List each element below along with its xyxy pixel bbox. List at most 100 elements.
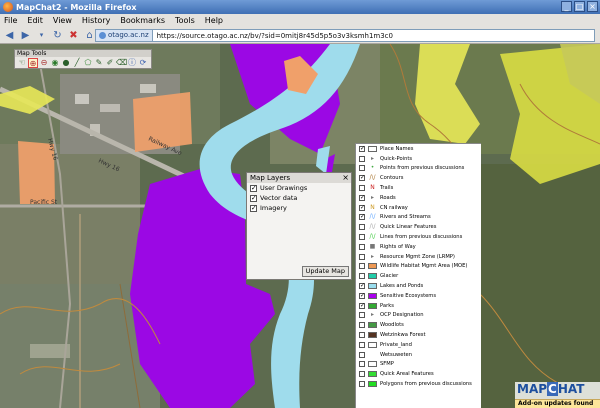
menu-history[interactable]: History [82, 16, 110, 25]
dropdown-icon[interactable]: ▾ [35, 29, 48, 42]
url-text[interactable]: https://source.otago.ac.nz/bv/?sid=0mitj… [153, 32, 393, 40]
layer-label: Vector data [260, 194, 298, 202]
back-icon[interactable]: ◀ [3, 29, 16, 42]
legend-checkbox[interactable] [359, 371, 365, 378]
legend-item[interactable]: ✓ Place Names [356, 144, 481, 154]
legend-checkbox[interactable] [359, 185, 365, 192]
legend-checkbox[interactable]: ✓ [359, 302, 365, 309]
minimize-button[interactable]: _ [561, 1, 572, 12]
url-bar[interactable]: otago.ac.nz https://source.otago.ac.nz/b… [95, 29, 595, 42]
legend-item[interactable]: Private_land [356, 340, 481, 350]
legend-checkbox[interactable] [359, 263, 365, 270]
legend-checkbox[interactable]: ✓ [359, 145, 365, 152]
legend-item[interactable]: Woodlots [356, 320, 481, 330]
legend-item[interactable]: N Trails [356, 183, 481, 193]
legend-checkbox[interactable] [359, 381, 365, 388]
legend-checkbox[interactable]: ✓ [359, 283, 365, 290]
site-identity[interactable]: otago.ac.nz [96, 30, 153, 41]
legend-label: Parks [380, 302, 394, 309]
legend-checkbox[interactable] [359, 361, 365, 368]
legend-checkbox[interactable] [359, 243, 365, 250]
legend-item[interactable]: ✓ ▸ Roads [356, 193, 481, 203]
line-icon[interactable]: ╱ [72, 58, 82, 68]
close-button[interactable]: × [587, 1, 598, 12]
maximize-button[interactable]: □ [574, 1, 585, 12]
legend-checkbox[interactable]: ✓ [359, 292, 365, 299]
legend-checkbox[interactable]: ✓ [359, 204, 365, 211]
legend-checkbox[interactable] [359, 224, 365, 231]
menu-tools[interactable]: Tools [175, 16, 195, 25]
globe-icon[interactable]: ◉ [50, 58, 60, 68]
legend-label: Rivers and Streams [380, 214, 431, 221]
legend-label: Woodlots [380, 322, 404, 329]
menu-bookmarks[interactable]: Bookmarks [120, 16, 165, 25]
legend-checkbox[interactable]: ✓ [359, 194, 365, 201]
layer-row-user-drawings[interactable]: ✓ User Drawings [247, 183, 351, 193]
legend-item[interactable]: SFMP [356, 360, 481, 370]
legend-checkbox[interactable] [359, 322, 365, 329]
legend-label: Quick-Points [380, 155, 413, 162]
addon-notification[interactable]: Add-on updates found [515, 399, 600, 408]
layer-row-vector-data[interactable]: ✓ Vector data [247, 193, 351, 203]
menu-edit[interactable]: Edit [27, 16, 43, 25]
legend-checkbox[interactable] [359, 165, 365, 172]
legend-checkbox[interactable] [359, 273, 365, 280]
measure-icon[interactable]: ✎ [94, 58, 104, 68]
legend-label: Lines from previous discussions [380, 234, 463, 241]
legend-item[interactable]: ✓ Sensitive Ecosystems [356, 291, 481, 301]
point-icon[interactable]: ● [61, 58, 71, 68]
legend-item[interactable]: ▸ Resource Mgmt Zone (LRMP) [356, 252, 481, 262]
menu-file[interactable]: File [4, 16, 17, 25]
legend-checkbox[interactable]: ✓ [359, 214, 365, 221]
legend-item[interactable]: ✓ Lakes and Ponds [356, 281, 481, 291]
menu-view[interactable]: View [53, 16, 72, 25]
stop-icon[interactable]: ✖ [67, 29, 80, 42]
legend-item[interactable]: Wetzinkwa Forest [356, 330, 481, 340]
legend-item[interactable]: ✓ Parks [356, 301, 481, 311]
legend-swatch-icon: ▸ [370, 154, 374, 162]
legend-checkbox[interactable]: ✓ [359, 175, 365, 182]
legend-item[interactable]: Quick Areal Features [356, 369, 481, 379]
legend-checkbox[interactable] [359, 332, 365, 339]
edit-icon[interactable]: ✐ [105, 58, 115, 68]
legend-item[interactable]: ✓ N CN railway [356, 203, 481, 213]
layer-row-imagery[interactable]: ✓ Imagery [247, 203, 351, 213]
legend-checkbox[interactable] [359, 351, 365, 358]
legend-checkbox[interactable] [359, 341, 365, 348]
legend-swatch-icon: /\/ [369, 223, 376, 231]
legend-item[interactable]: ▸ OCP Designation [356, 311, 481, 321]
legend-item[interactable]: ■ Rights of Way [356, 242, 481, 252]
reload-icon[interactable]: ↻ [51, 29, 64, 42]
legend-item[interactable]: / Wetsuweten [356, 350, 481, 360]
layer-checkbox[interactable]: ✓ [250, 204, 257, 212]
refresh-icon[interactable]: ⟳ [138, 58, 148, 68]
menu-help[interactable]: Help [205, 16, 223, 25]
update-map-button[interactable]: Update Map [301, 266, 349, 277]
legend-label: Wetzinkwa Forest [380, 332, 426, 339]
legend-checkbox[interactable] [359, 155, 365, 162]
map-label-road-3: Pacific St [30, 199, 58, 206]
forward-icon[interactable]: ▶ [19, 29, 32, 42]
eraser-icon[interactable]: ⌫ [116, 58, 127, 68]
legend-item[interactable]: Polygons from previous discussions [356, 379, 481, 389]
legend-item[interactable]: Wildlife Habitat Mgmt Area (MOE) [356, 262, 481, 272]
legend-item[interactable]: /\/ Quick Linear Features [356, 222, 481, 232]
layer-checkbox[interactable]: ✓ [250, 194, 257, 202]
legend-item[interactable]: /\/ Lines from previous discussions [356, 232, 481, 242]
zoom-in-icon[interactable]: ⊕ [28, 58, 38, 68]
info-icon[interactable]: ⓘ [127, 58, 137, 68]
pan-hand-icon[interactable]: ☜ [17, 58, 27, 68]
legend-item[interactable]: ✓ /\/ Contours [356, 173, 481, 183]
legend-item[interactable]: ✓ /\/ Rivers and Streams [356, 213, 481, 223]
legend-checkbox[interactable] [359, 312, 365, 319]
legend-checkbox[interactable] [359, 253, 365, 260]
layer-checkbox[interactable]: ✓ [250, 184, 257, 192]
legend-item[interactable]: ▸ Quick-Points [356, 154, 481, 164]
legend-item[interactable]: • Points from previous discussions [356, 164, 481, 174]
legend-label: Lakes and Ponds [380, 283, 424, 290]
close-icon[interactable]: × [342, 173, 349, 183]
zoom-out-icon[interactable]: ⊖ [39, 58, 49, 68]
legend-checkbox[interactable] [359, 234, 365, 241]
legend-item[interactable]: Glacier [356, 271, 481, 281]
polygon-icon[interactable]: ⬠ [83, 58, 93, 68]
